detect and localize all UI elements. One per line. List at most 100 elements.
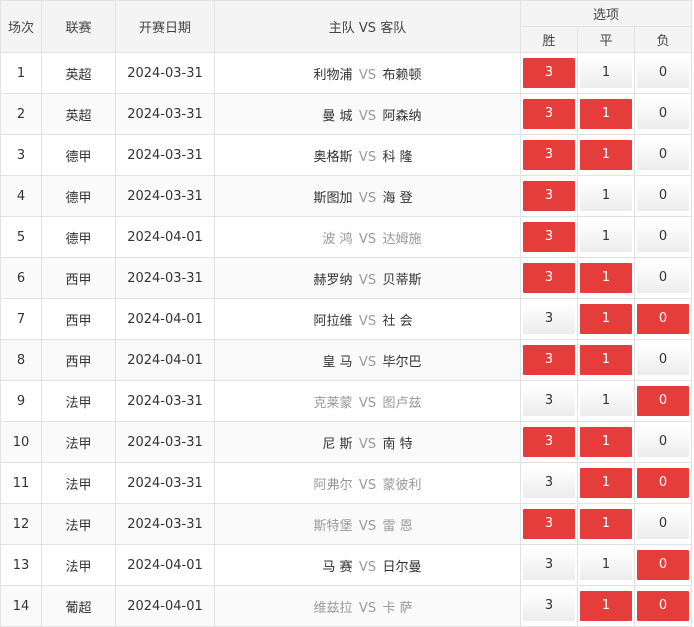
header-draw: 平 <box>577 26 635 53</box>
option-win-button[interactable]: 3 <box>523 550 575 580</box>
away-team: 达姆施 <box>382 231 422 247</box>
option-win-button[interactable]: 3 <box>523 58 575 88</box>
option-loss-button[interactable]: 0 <box>637 345 690 375</box>
option-win-button[interactable]: 3 <box>523 345 575 375</box>
header-loss: 负 <box>633 26 693 53</box>
date-cell: 2024-03-31 <box>115 462 215 504</box>
option-loss-cell: 0 <box>633 52 693 94</box>
option-loss-button[interactable]: 0 <box>637 222 690 252</box>
match-cell: 曼 城 VS 阿森纳 <box>214 93 521 135</box>
match-cell: 斯图加 VS 海 登 <box>214 175 521 217</box>
round-cell: 8 <box>0 339 42 381</box>
option-loss-cell: 0 <box>633 544 693 586</box>
league-cell: 德甲 <box>41 134 116 176</box>
home-team: 皇 马 <box>322 354 353 370</box>
away-team: 科 隆 <box>382 149 413 165</box>
option-win-cell: 3 <box>520 585 578 627</box>
option-draw-button[interactable]: 1 <box>580 99 632 129</box>
round-cell: 4 <box>0 175 42 217</box>
round-cell: 12 <box>0 503 42 545</box>
option-loss-button[interactable]: 0 <box>637 58 690 88</box>
option-loss-button[interactable]: 0 <box>637 427 690 457</box>
match-cell: 奥格斯 VS 科 隆 <box>214 134 521 176</box>
option-loss-button[interactable]: 0 <box>637 263 690 293</box>
table-row: 9 法甲 2024-03-31 克莱蒙 VS 图卢兹 3 1 0 <box>0 380 693 422</box>
option-win-button[interactable]: 3 <box>523 591 575 621</box>
date-cell: 2024-03-31 <box>115 380 215 422</box>
option-draw-button[interactable]: 1 <box>580 263 632 293</box>
table-row: 1 英超 2024-03-31 利物浦 VS 布赖顿 3 1 0 <box>0 52 693 94</box>
option-draw-button[interactable]: 1 <box>580 550 632 580</box>
round-cell: 11 <box>0 462 42 504</box>
option-loss-button[interactable]: 0 <box>637 304 690 334</box>
league-cell: 法甲 <box>41 503 116 545</box>
option-win-cell: 3 <box>520 544 578 586</box>
vs-label: VS <box>358 477 377 493</box>
option-draw-cell: 1 <box>577 298 635 340</box>
option-win-button[interactable]: 3 <box>523 509 575 539</box>
option-loss-button[interactable]: 0 <box>637 550 690 580</box>
option-draw-cell: 1 <box>577 585 635 627</box>
away-team: 布赖顿 <box>382 67 422 83</box>
option-loss-button[interactable]: 0 <box>637 99 690 129</box>
option-loss-button[interactable]: 0 <box>637 509 690 539</box>
date-cell: 2024-04-01 <box>115 339 215 381</box>
option-draw-button[interactable]: 1 <box>580 140 632 170</box>
date-cell: 2024-03-31 <box>115 134 215 176</box>
option-loss-cell: 0 <box>633 134 693 176</box>
option-draw-button[interactable]: 1 <box>580 304 632 334</box>
option-loss-cell: 0 <box>633 257 693 299</box>
date-cell: 2024-03-31 <box>115 93 215 135</box>
option-draw-button[interactable]: 1 <box>580 222 632 252</box>
table-row: 2 英超 2024-03-31 曼 城 VS 阿森纳 3 1 0 <box>0 93 693 135</box>
option-win-cell: 3 <box>520 93 578 135</box>
match-cell: 阿拉维 VS 社 会 <box>214 298 521 340</box>
table-row: 11 法甲 2024-03-31 阿弗尔 VS 蒙彼利 3 1 0 <box>0 462 693 504</box>
league-cell: 英超 <box>41 52 116 94</box>
option-win-button[interactable]: 3 <box>523 304 575 334</box>
option-win-cell: 3 <box>520 339 578 381</box>
option-loss-button[interactable]: 0 <box>637 468 690 498</box>
option-win-cell: 3 <box>520 462 578 504</box>
vs-label: VS <box>358 559 377 575</box>
option-loss-cell: 0 <box>633 216 693 258</box>
vs-label: VS <box>358 190 377 206</box>
option-loss-button[interactable]: 0 <box>637 140 690 170</box>
option-draw-button[interactable]: 1 <box>580 345 632 375</box>
option-win-button[interactable]: 3 <box>523 99 575 129</box>
option-draw-cell: 1 <box>577 503 635 545</box>
match-cell: 赫罗纳 VS 贝蒂斯 <box>214 257 521 299</box>
league-cell: 西甲 <box>41 257 116 299</box>
option-draw-button[interactable]: 1 <box>580 58 632 88</box>
option-draw-cell: 1 <box>577 421 635 463</box>
round-cell: 14 <box>0 585 42 627</box>
option-draw-button[interactable]: 1 <box>580 468 632 498</box>
option-loss-button[interactable]: 0 <box>637 181 690 211</box>
match-cell: 马 赛 VS 日尔曼 <box>214 544 521 586</box>
option-draw-cell: 1 <box>577 257 635 299</box>
away-team: 蒙彼利 <box>382 477 422 493</box>
option-win-button[interactable]: 3 <box>523 263 575 293</box>
header-date: 开赛日期 <box>115 0 215 53</box>
option-win-button[interactable]: 3 <box>523 222 575 252</box>
option-draw-button[interactable]: 1 <box>580 427 632 457</box>
option-win-button[interactable]: 3 <box>523 427 575 457</box>
option-loss-button[interactable]: 0 <box>637 386 690 416</box>
option-draw-button[interactable]: 1 <box>580 181 632 211</box>
option-win-button[interactable]: 3 <box>523 386 575 416</box>
option-draw-button[interactable]: 1 <box>580 591 632 621</box>
option-win-button[interactable]: 3 <box>523 181 575 211</box>
league-cell: 西甲 <box>41 298 116 340</box>
option-loss-button[interactable]: 0 <box>637 591 690 621</box>
option-win-button[interactable]: 3 <box>523 140 575 170</box>
away-team: 海 登 <box>382 190 413 206</box>
match-cell: 克莱蒙 VS 图卢兹 <box>214 380 521 422</box>
home-team: 克莱蒙 <box>313 395 353 411</box>
option-win-button[interactable]: 3 <box>523 468 575 498</box>
option-draw-button[interactable]: 1 <box>580 509 632 539</box>
home-team: 曼 城 <box>322 108 353 124</box>
date-cell: 2024-04-01 <box>115 544 215 586</box>
table-row: 7 西甲 2024-04-01 阿拉维 VS 社 会 310 <box>0 298 693 340</box>
header-match: 主队 VS 客队 <box>214 0 521 53</box>
option-draw-button[interactable]: 1 <box>580 386 632 416</box>
